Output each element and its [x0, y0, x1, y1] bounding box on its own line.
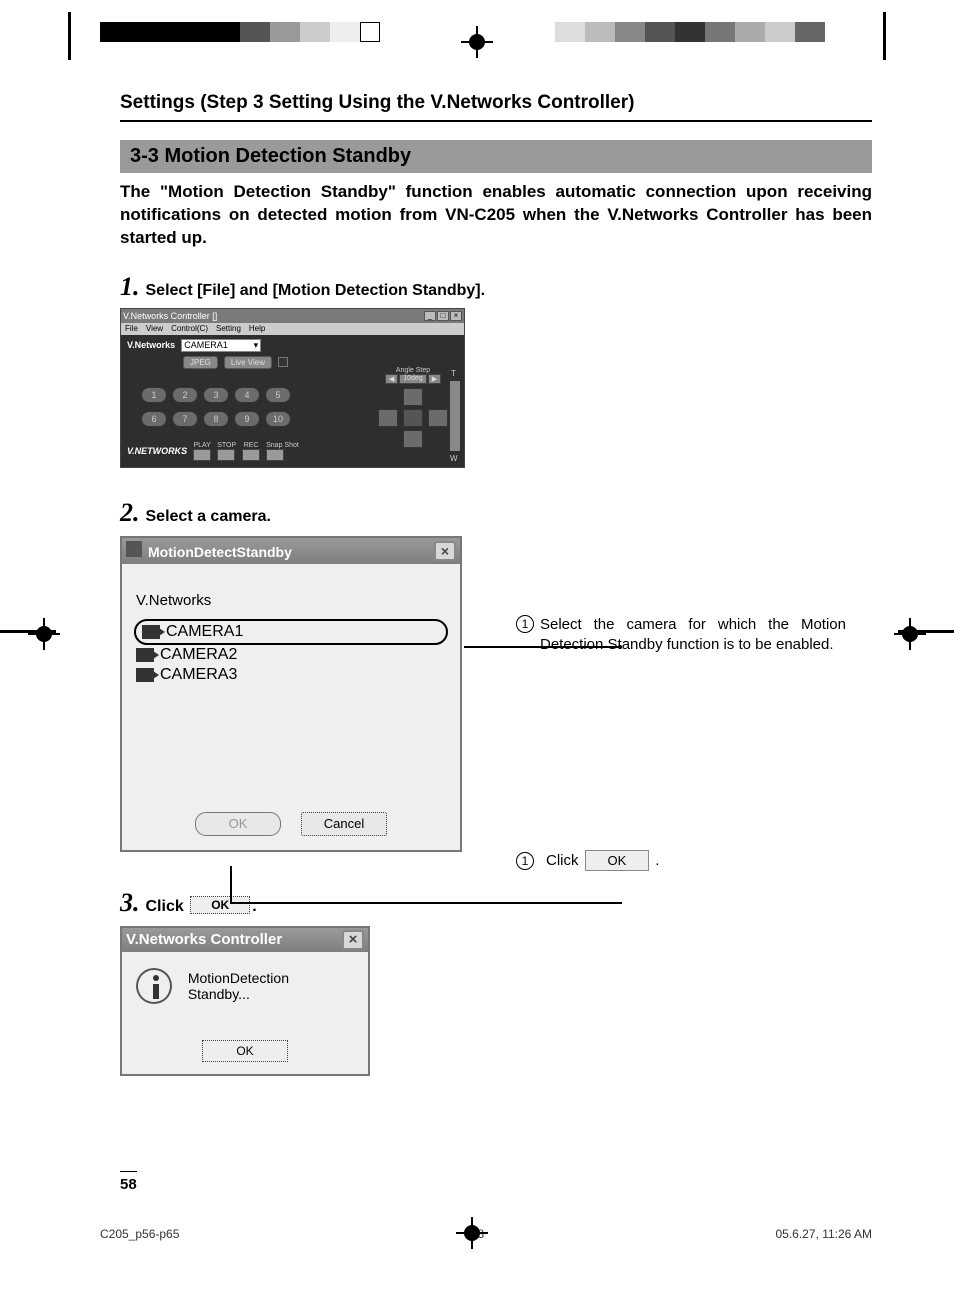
- jpeg-button[interactable]: JPEG: [183, 356, 218, 369]
- camera-item-2[interactable]: CAMERA2: [136, 645, 446, 665]
- preset-2[interactable]: 2: [172, 387, 198, 403]
- chevron-down-icon: ▾: [254, 340, 259, 351]
- play-label: PLAY: [193, 442, 210, 449]
- angle-step-label: Angle Step: [364, 367, 462, 374]
- preset-6[interactable]: 6: [141, 411, 167, 427]
- window-titlebar: V.Networks Controller [] _ □ ×: [121, 309, 464, 323]
- step-1: 1. Select [File] and [Motion Detection S…: [120, 272, 872, 302]
- step-3-text: Click OK.: [146, 896, 257, 916]
- preset-4[interactable]: 4: [234, 387, 260, 403]
- menu-setting[interactable]: Setting: [216, 324, 241, 333]
- step-1-number: 1.: [120, 272, 140, 302]
- confirm-dialog: V.Networks Controller × MotionDetection …: [120, 926, 370, 1076]
- camera-icon: [136, 648, 154, 662]
- ok-button-inline: OK: [190, 896, 250, 914]
- indicator-icon: [278, 357, 288, 367]
- camera-item-1[interactable]: CAMERA1: [136, 621, 446, 643]
- maximize-button[interactable]: □: [437, 311, 449, 321]
- camera-combo[interactable]: CAMERA1▾: [181, 339, 261, 352]
- step-2: 2. Select a camera.: [120, 498, 872, 528]
- stop-button[interactable]: [217, 449, 235, 461]
- snapshot-button[interactable]: [266, 449, 284, 461]
- vnetworks-logo: V.NETWORKS: [127, 446, 187, 456]
- preset-5[interactable]: 5: [265, 387, 291, 403]
- menu-file[interactable]: File: [125, 324, 138, 333]
- menu-control[interactable]: Control(C): [171, 324, 208, 333]
- step-2-text: Select a camera.: [146, 508, 271, 526]
- ok-button[interactable]: OK: [202, 1040, 288, 1062]
- controller-window-screenshot: V.Networks Controller [] _ □ × File View…: [120, 308, 465, 468]
- rec-label: REC: [244, 442, 259, 449]
- preset-3[interactable]: 3: [203, 387, 229, 403]
- pan-right-button[interactable]: [428, 409, 448, 427]
- camera-icon: [136, 668, 154, 682]
- app-icon: [126, 541, 142, 557]
- menu-bar: File View Control(C) Setting Help: [121, 323, 464, 335]
- angle-next-button[interactable]: ▶: [428, 374, 441, 384]
- menu-help[interactable]: Help: [249, 324, 265, 333]
- angle-step-value: 10deg: [399, 374, 426, 384]
- annotation-1-text: Select the camera for which the Motion D…: [540, 615, 846, 656]
- callout-number-1: 1: [516, 615, 534, 633]
- group-label: V.Networks: [136, 592, 446, 609]
- print-timestamp: 05.6.27, 11:26 AM: [775, 1227, 872, 1241]
- step-3-number: 3.: [120, 888, 140, 918]
- print-registration-top: [0, 22, 954, 54]
- cancel-button[interactable]: Cancel: [301, 812, 387, 836]
- angle-prev-button[interactable]: ◀: [385, 374, 398, 384]
- section-title: 3-3 Motion Detection Standby: [120, 140, 872, 173]
- preset-10[interactable]: 10: [265, 411, 291, 427]
- info-icon: [136, 968, 172, 1004]
- step-2-number: 2.: [120, 498, 140, 528]
- camera-item-3[interactable]: CAMERA3: [136, 665, 446, 685]
- registration-mark-bottom: [460, 1221, 484, 1245]
- camera-icon: [142, 625, 160, 639]
- pan-up-button[interactable]: [403, 388, 423, 406]
- preset-1[interactable]: 1: [141, 387, 167, 403]
- pan-center-button[interactable]: [403, 409, 423, 427]
- minimize-button[interactable]: _: [424, 311, 436, 321]
- close-button[interactable]: ×: [450, 311, 462, 321]
- registration-mark-right: [898, 622, 922, 646]
- doc-id: C205_p56-p65: [100, 1227, 179, 1241]
- footer-meta: C205_p56-p65 58 05.6.27, 11:26 AM: [100, 1227, 872, 1241]
- preset-8[interactable]: 8: [203, 411, 229, 427]
- rec-button[interactable]: [242, 449, 260, 461]
- close-icon[interactable]: ×: [434, 541, 456, 561]
- callout-line: [230, 902, 622, 904]
- annotation-1: 1 Select the camera for which the Motion…: [516, 615, 846, 656]
- window-title: V.Networks Controller []: [123, 311, 217, 321]
- vnetworks-label: V.Networks: [127, 340, 175, 350]
- snapshot-label: Snap Shot: [266, 442, 299, 449]
- callout-line: [230, 866, 232, 902]
- step-1-text: Select [File] and [Motion Detection Stan…: [146, 282, 486, 300]
- ok-button[interactable]: OK: [195, 812, 281, 836]
- play-button[interactable]: [193, 449, 211, 461]
- section-intro: The "Motion Detection Standby" function …: [120, 181, 872, 250]
- ok-button-sample: OK: [585, 850, 650, 871]
- dialog-title: MotionDetectStandby: [148, 544, 292, 560]
- annotation-2: 1 Click OK .: [516, 850, 659, 871]
- page-header: Settings (Step 3 Setting Using the V.Net…: [120, 92, 872, 122]
- dialog-titlebar: MotionDetectStandby ×: [122, 538, 460, 564]
- zoom-slider[interactable]: [450, 381, 460, 451]
- close-icon[interactable]: ×: [342, 930, 364, 950]
- camera-list: CAMERA1 CAMERA2 CAMERA3: [136, 621, 446, 685]
- pan-left-button[interactable]: [378, 409, 398, 427]
- dialog-titlebar: V.Networks Controller ×: [122, 928, 368, 952]
- stop-label: STOP: [217, 442, 236, 449]
- registration-mark-left: [32, 622, 56, 646]
- dialog-title: V.Networks Controller: [126, 931, 282, 948]
- preset-7[interactable]: 7: [172, 411, 198, 427]
- menu-view[interactable]: View: [146, 324, 163, 333]
- callout-number-2: 1: [516, 852, 534, 870]
- page-number: 58: [120, 1171, 137, 1193]
- liveview-button[interactable]: Live View: [224, 356, 272, 369]
- dialog-message: MotionDetection Standby...: [188, 970, 354, 1002]
- pan-down-button[interactable]: [403, 430, 423, 448]
- motion-detect-dialog: MotionDetectStandby × V.Networks CAMERA1…: [120, 536, 462, 852]
- ptz-dpad: [378, 388, 448, 448]
- preset-9[interactable]: 9: [234, 411, 260, 427]
